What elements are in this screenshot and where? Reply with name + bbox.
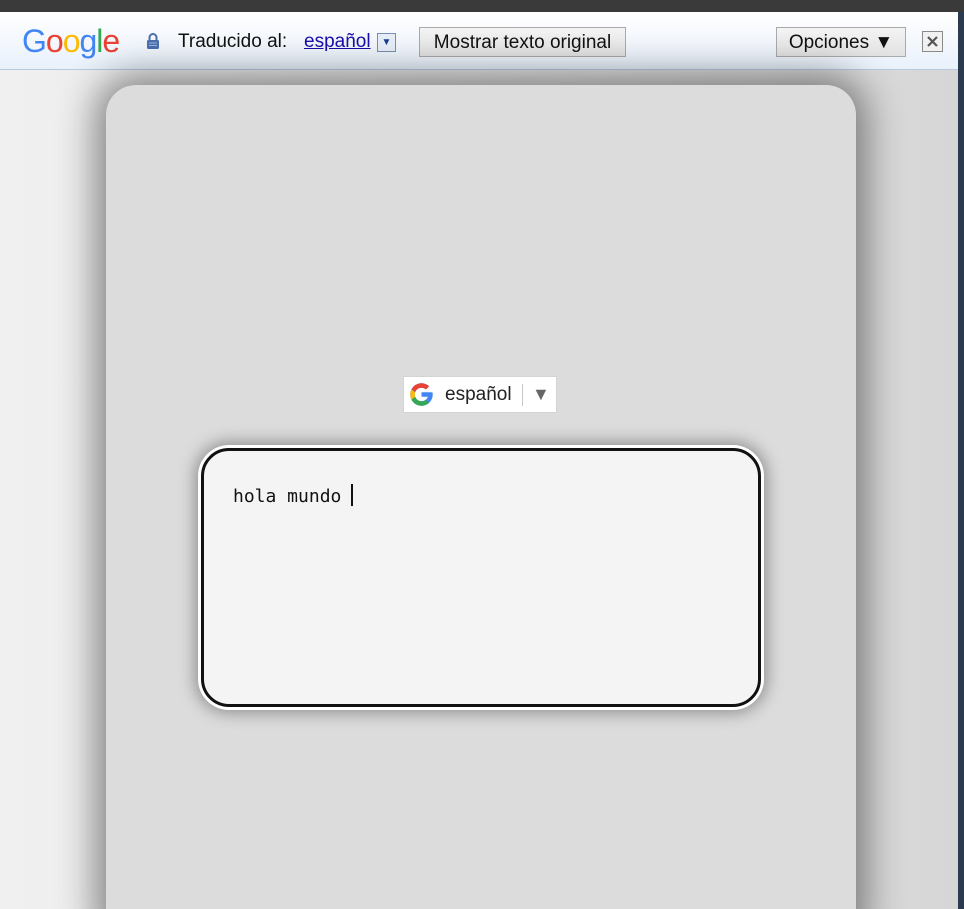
- logo-letter: o: [45, 23, 64, 59]
- text-cursor: [351, 484, 354, 506]
- text-input-area[interactable]: hola mundo: [201, 448, 761, 707]
- google-g-icon: [410, 383, 433, 406]
- close-translate-bar-button[interactable]: [922, 31, 943, 52]
- google-translate-bar: Google Traducido al: español ▼ Mostrar t…: [0, 12, 958, 70]
- language-selector-label: español: [445, 384, 512, 405]
- translated-to-label: Traducido al:: [178, 31, 288, 52]
- window-right-edge: [958, 12, 964, 909]
- chevron-down-icon: ▼: [532, 384, 550, 404]
- close-icon: [927, 36, 938, 47]
- chevron-down-icon: ▼: [381, 37, 392, 48]
- logo-letter: o: [62, 23, 81, 59]
- lock-icon: [147, 33, 159, 49]
- show-original-button[interactable]: Mostrar texto original: [419, 27, 626, 57]
- logo-letter: G: [22, 23, 47, 59]
- window-top-strip: [0, 0, 964, 12]
- google-logo: Google: [22, 23, 120, 59]
- logo-letter: g: [79, 23, 97, 59]
- language-selector-widget[interactable]: español ▼: [403, 376, 557, 413]
- options-button[interactable]: Opciones ▼: [776, 27, 906, 57]
- text-input-content: hola mundo: [233, 484, 354, 507]
- logo-letter: e: [102, 23, 120, 59]
- language-dropdown-button[interactable]: ▼: [377, 33, 396, 52]
- language-selector-divider: [522, 384, 523, 406]
- language-link[interactable]: español: [304, 31, 371, 53]
- text-input-value: hola mundo: [233, 486, 342, 507]
